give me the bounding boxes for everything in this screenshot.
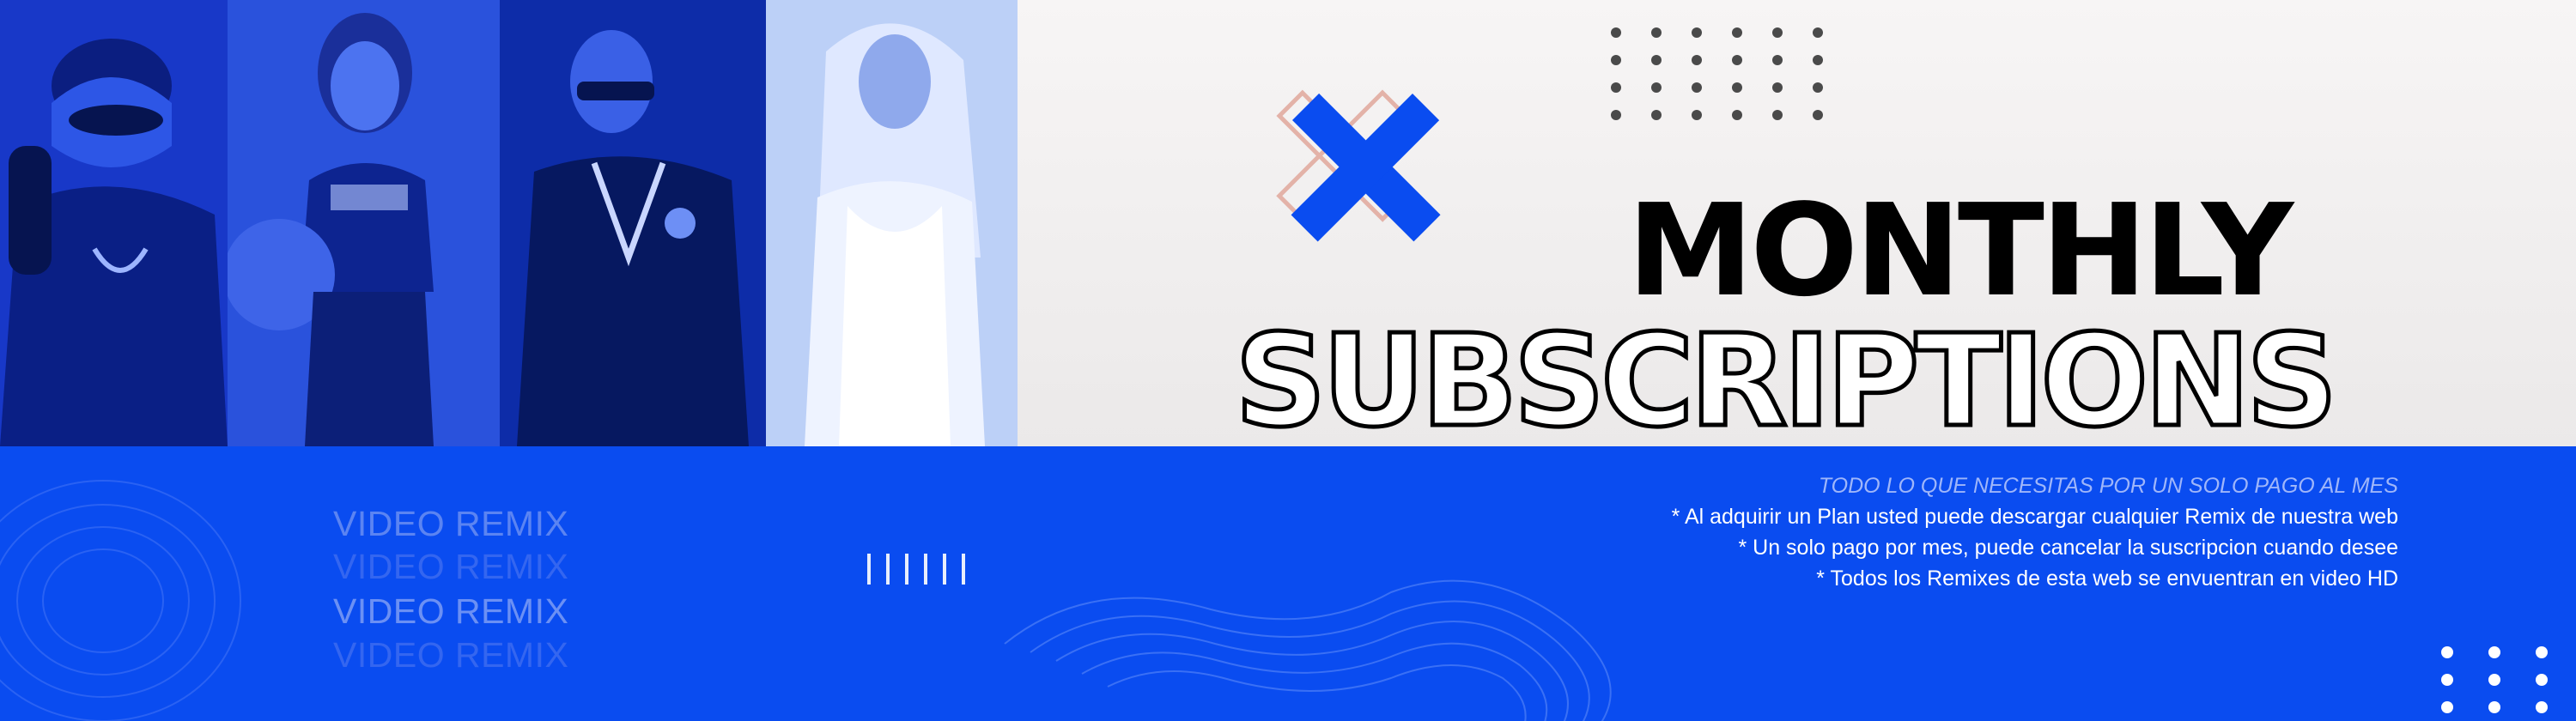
- artist-photo-4: [766, 0, 1018, 446]
- title-monthly: MONTHLY: [1627, 177, 2293, 324]
- video-remix-label: VIDEO REMIX: [333, 635, 569, 675]
- video-remix-label: VIDEO REMIX: [333, 504, 569, 543]
- artist-photo-1: [0, 0, 228, 446]
- x-icon: [1276, 89, 1441, 242]
- dot-grid-decoration: [1611, 27, 1823, 120]
- contour-decoration-left: [0, 480, 241, 721]
- contour-decoration: [1004, 579, 1612, 721]
- video-remix-label: VIDEO REMIX: [333, 547, 569, 586]
- info-line: * Todos los Remixes de esta web se envue…: [1816, 566, 2398, 591]
- dot-grid-decoration-bottom: [2441, 646, 2548, 713]
- bar-decoration: [867, 554, 981, 589]
- video-remix-label: VIDEO REMIX: [333, 591, 569, 631]
- title-subscriptions: SUBSCRIPTIONS: [1233, 307, 2341, 455]
- artist-photo-3: [500, 0, 766, 446]
- info-heading: TODO LO QUE NECESITAS POR UN SOLO PAGO A…: [1818, 474, 2398, 498]
- info-line: * Un solo pago por mes, puede cancelar l…: [1738, 536, 2398, 560]
- info-line: * Al adquirir un Plan usted puede descar…: [1671, 505, 2398, 529]
- artist-photo-2: [228, 0, 500, 446]
- info-panel: VIDEO REMIX VIDEO REMIX VIDEO REMIX VIDE…: [0, 446, 2576, 721]
- subscription-info: TODO LO QUE NECESITAS POR UN SOLO PAGO A…: [1672, 470, 2398, 594]
